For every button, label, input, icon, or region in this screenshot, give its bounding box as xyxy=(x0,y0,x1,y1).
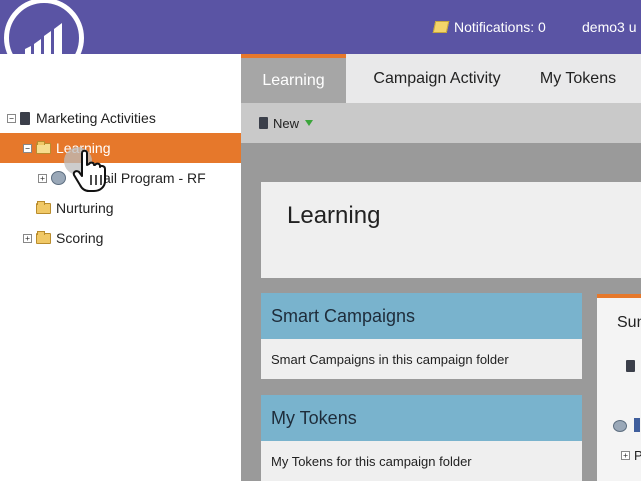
main-panel: Learning Campaign Activity My Tokens New… xyxy=(241,54,641,481)
expand-icon[interactable]: + xyxy=(23,233,32,243)
notifications-link[interactable]: Notifications: 0 xyxy=(432,19,546,35)
new-button[interactable]: New xyxy=(259,115,314,131)
new-doc-icon xyxy=(259,117,268,129)
my-tokens-card: My Tokens My Tokens for this campaign fo… xyxy=(261,395,582,481)
summary-doc-icon xyxy=(626,360,635,372)
card-title: Smart Campaigns xyxy=(261,293,582,339)
expand-icon[interactable]: + xyxy=(38,173,47,183)
tree-item-learning[interactable]: − Learning xyxy=(0,133,241,163)
page-title: Learning xyxy=(287,202,381,229)
tree-item-nurturing[interactable]: Nurturing xyxy=(0,193,241,223)
folder-header-card: Learning xyxy=(261,182,641,278)
collapse-icon[interactable]: − xyxy=(7,113,16,123)
notification-note-icon xyxy=(432,21,450,33)
card-description: Smart Campaigns in this campaign folder xyxy=(271,351,509,367)
folder-icon xyxy=(36,230,51,244)
hand-cursor-icon xyxy=(64,147,106,192)
summary-title: Sum xyxy=(617,314,641,331)
card-description: My Tokens for this campaign folder xyxy=(271,453,472,469)
summary-item-label: P xyxy=(634,448,641,463)
tree-item-scoring[interactable]: + Scoring xyxy=(0,223,241,253)
logo-bars-icon xyxy=(25,23,62,55)
dropdown-arrow-icon xyxy=(305,120,314,126)
marketing-activities-icon xyxy=(20,111,30,125)
top-bar: Notifications: 0 demo3 u xyxy=(0,0,641,54)
collapse-icon[interactable]: − xyxy=(23,143,32,153)
summary-card: Sum + P xyxy=(597,294,641,481)
folder-icon xyxy=(36,200,51,214)
marketing-tree: − Marketing Activities − Learning + Emai… xyxy=(0,54,241,481)
summary-link[interactable] xyxy=(634,418,640,432)
tab-bar: Learning Campaign Activity My Tokens xyxy=(241,54,641,103)
tab-my-tokens[interactable]: My Tokens xyxy=(523,54,633,103)
smart-campaigns-card: Smart Campaigns Smart Campaigns in this … xyxy=(261,293,582,379)
tree-item-label: Marketing Activities xyxy=(36,110,156,126)
new-label: New xyxy=(273,115,300,131)
tree-item-email-program[interactable]: + Email Program - RF xyxy=(0,163,241,193)
toolbar: New xyxy=(241,103,641,143)
summary-program-icon xyxy=(613,420,627,432)
notifications-label: Notifications: 0 xyxy=(454,19,546,35)
tree-item-label: Nurturing xyxy=(56,200,114,216)
tab-learning[interactable]: Learning xyxy=(241,54,346,103)
expand-icon[interactable]: + xyxy=(621,451,630,460)
user-menu[interactable]: demo3 u xyxy=(582,19,636,35)
folder-open-icon xyxy=(36,140,51,154)
tab-campaign-activity[interactable]: Campaign Activity xyxy=(351,54,523,103)
tree-item-marketing-activities[interactable]: − Marketing Activities xyxy=(0,103,241,133)
card-title: My Tokens xyxy=(261,395,582,441)
tree-item-label: Scoring xyxy=(56,230,104,246)
